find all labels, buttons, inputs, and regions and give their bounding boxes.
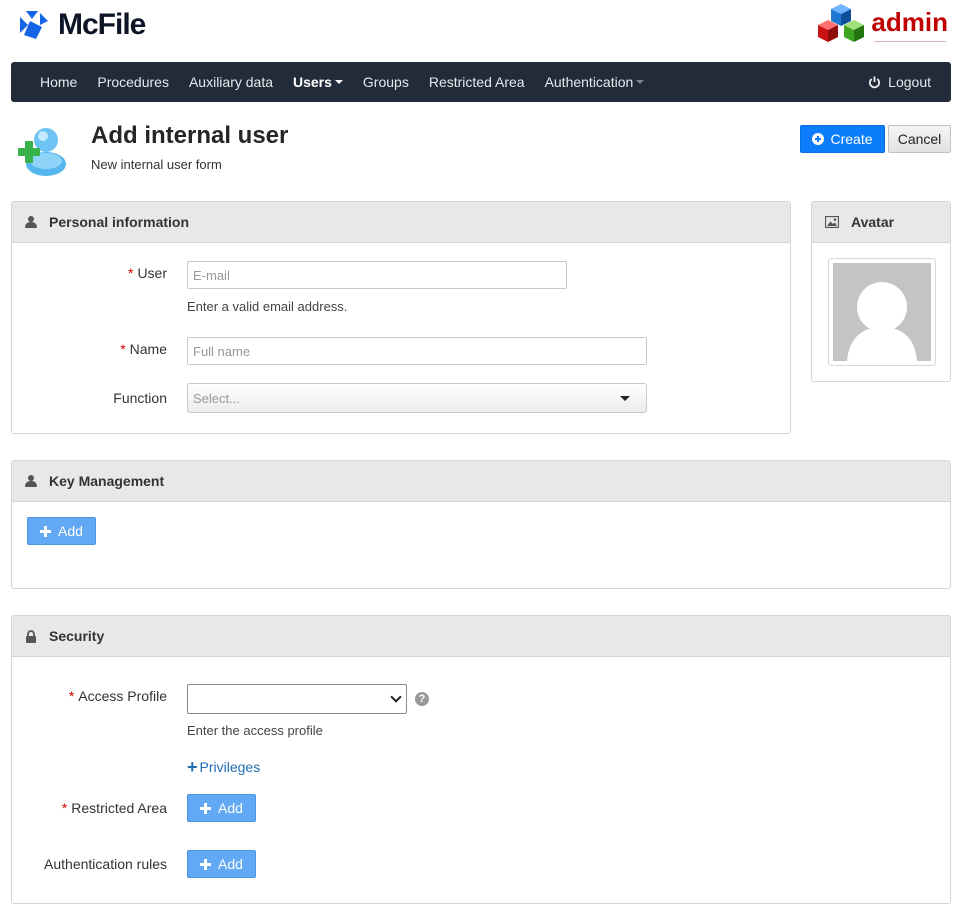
panel-header: Personal information [12, 202, 790, 243]
user-email-input[interactable] [187, 261, 567, 289]
user-field-label: * User [32, 265, 167, 281]
privileges-label: Privileges [199, 759, 261, 775]
function-field-label: Function [113, 390, 167, 406]
personal-information-panel: Personal information *User Enter a valid… [11, 201, 791, 434]
mcfile-logo-icon [20, 11, 48, 39]
nav-auxiliary-data[interactable]: Auxiliary data [179, 62, 283, 102]
required-marker: * [68, 688, 75, 704]
add-user-icon [18, 128, 66, 176]
nav-home[interactable]: Home [30, 62, 87, 102]
privileges-link[interactable]: + Privileges [187, 757, 261, 777]
add-restricted-area-label: Add [218, 800, 243, 816]
panel-title: Personal information [49, 214, 190, 230]
user-label-text: User [137, 265, 167, 281]
user-help-text: Enter a valid email address. [187, 299, 348, 314]
user-icon [25, 475, 37, 487]
add-key-label: Add [58, 523, 83, 539]
caret-down-icon [636, 80, 645, 84]
nav-authentication[interactable]: Authentication [535, 62, 655, 102]
avatar-panel: Avatar [811, 201, 951, 382]
nav-users[interactable]: Users [283, 62, 353, 102]
required-marker: * [120, 341, 126, 357]
create-label: Create [830, 131, 873, 147]
panel-title: Avatar [851, 214, 895, 230]
panel-title: Security [49, 628, 105, 644]
restricted-area-label-text: Restricted Area [71, 800, 167, 816]
help-icon[interactable]: ? [415, 692, 429, 706]
plus-icon [200, 802, 212, 814]
access-profile-field-label: * Access Profile [32, 688, 167, 704]
admin-logo: admin [813, 2, 948, 48]
panel-title: Key Management [49, 473, 165, 489]
page-subtitle: New internal user form [91, 157, 222, 172]
default-avatar-icon [847, 282, 917, 361]
image-icon [825, 216, 839, 228]
admin-label: admin [871, 6, 948, 37]
nav-procedures[interactable]: Procedures [87, 62, 179, 102]
user-icon [25, 216, 37, 228]
panel-header: Avatar [812, 202, 950, 243]
authentication-rules-field-label: Authentication rules [44, 856, 167, 872]
restricted-area-field-label: * Restricted Area [32, 800, 167, 816]
page-title: Add internal user [91, 122, 289, 149]
cancel-button[interactable]: Cancel [888, 125, 951, 153]
full-name-input[interactable] [187, 337, 647, 365]
function-select-value: Select... [193, 390, 240, 406]
add-authentication-rule-label: Add [218, 856, 243, 872]
brand-logo[interactable]: McFile [18, 8, 146, 42]
nav-restricted-area[interactable]: Restricted Area [419, 62, 535, 102]
panel-header: Security [12, 616, 950, 657]
brand-name: McFile [58, 8, 146, 41]
add-restricted-area-button[interactable]: Add [187, 794, 256, 822]
security-panel: Security * Access Profile ? Enter the acc… [11, 615, 951, 904]
nav-authentication-label: Authentication [544, 74, 634, 90]
plus-icon [200, 858, 212, 870]
nav-groups[interactable]: Groups [353, 62, 419, 102]
access-profile-help-text: Enter the access profile [187, 723, 323, 738]
access-profile-select[interactable] [187, 684, 407, 714]
add-key-button[interactable]: Add [27, 517, 96, 545]
access-profile-label-text: Access Profile [78, 688, 167, 704]
plus-circle-icon [812, 133, 825, 145]
caret-down-icon [334, 80, 343, 84]
name-label-text: Name [129, 341, 167, 357]
logout-button[interactable]: Logout [868, 62, 931, 102]
function-select[interactable]: Select... [187, 383, 647, 413]
create-button[interactable]: Create [800, 125, 885, 153]
avatar-image [833, 263, 931, 361]
required-marker: * [61, 800, 68, 816]
nav-users-label: Users [293, 74, 332, 90]
cubes-icon [818, 4, 865, 42]
lock-icon [26, 629, 36, 643]
avatar-upload[interactable] [828, 258, 936, 366]
chevron-down-icon [390, 691, 402, 703]
admin-underline [874, 36, 946, 42]
logout-label: Logout [888, 74, 931, 90]
key-management-panel: Key Management Add [11, 460, 951, 589]
panel-header: Key Management [12, 461, 950, 502]
caret-down-icon [620, 396, 630, 401]
plus-icon [40, 525, 52, 537]
name-field-label: * Name [32, 341, 167, 357]
add-authentication-rule-button[interactable]: Add [187, 850, 256, 878]
main-navbar: Home Procedures Auxiliary data Users Gro… [11, 62, 951, 102]
required-marker: * [127, 265, 134, 281]
plus-icon: + [187, 757, 198, 777]
power-icon [869, 75, 881, 88]
